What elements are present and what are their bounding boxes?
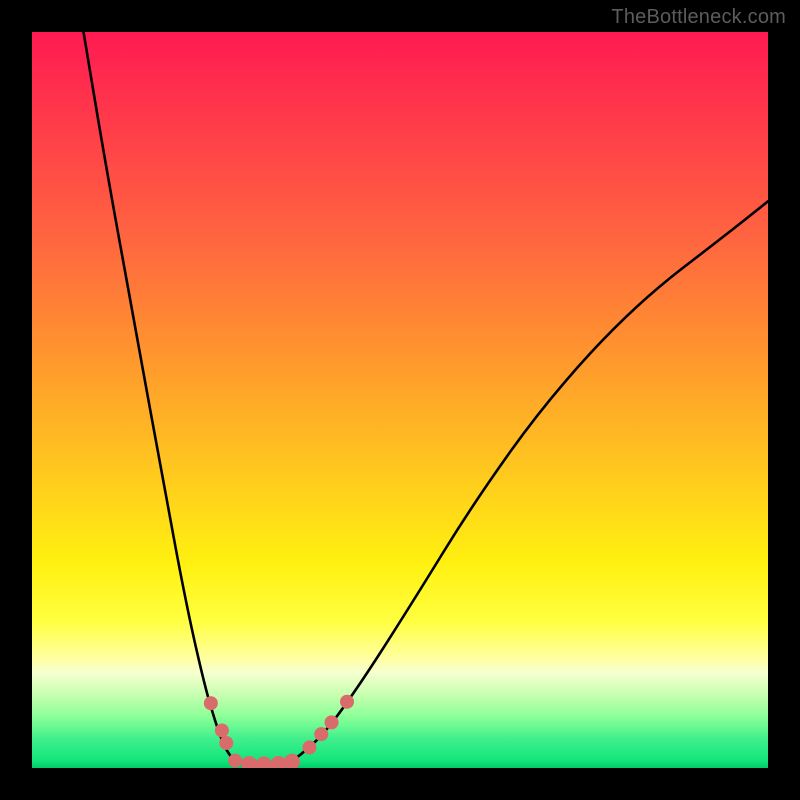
watermark-text: TheBottleneck.com	[611, 6, 786, 29]
marker-point	[340, 695, 354, 709]
outer-frame: TheBottleneck.com	[0, 0, 800, 800]
marker-point	[219, 736, 233, 750]
marker-point	[256, 756, 272, 768]
marker-point	[325, 715, 339, 729]
marker-point	[314, 727, 328, 741]
marker-point	[241, 756, 257, 768]
marker-point	[204, 696, 218, 710]
marker-point	[302, 740, 316, 754]
plot-area	[32, 32, 768, 768]
chart-svg	[32, 32, 768, 768]
marker-point	[215, 723, 229, 737]
marker-point	[228, 754, 242, 768]
bottleneck-curve	[84, 32, 768, 764]
